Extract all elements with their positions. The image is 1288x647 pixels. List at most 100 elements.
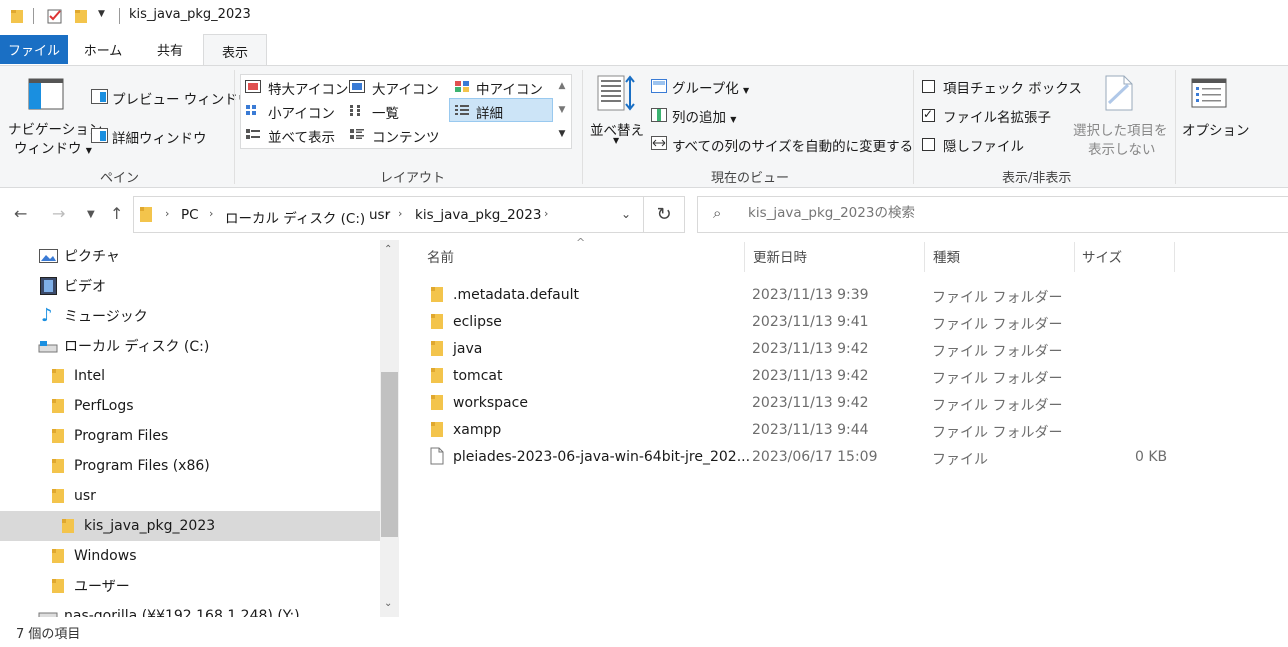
separator[interactable] xyxy=(924,242,925,272)
tree-item-windows[interactable]: Windows xyxy=(0,541,380,571)
tree-item-videos[interactable]: ビデオ xyxy=(0,271,380,301)
gallery-scroll-up-icon[interactable]: ▲ xyxy=(553,74,571,98)
chevron-right-icon[interactable]: › xyxy=(544,207,548,220)
scrollbar-thumb[interactable] xyxy=(381,372,398,537)
hide-selected-items-icon[interactable] xyxy=(1104,75,1134,111)
new-folder-icon[interactable] xyxy=(74,8,88,24)
tree-item-kis-java-pkg-2023[interactable]: kis_java_pkg_2023 xyxy=(0,511,380,541)
tree-item-intel[interactable]: Intel xyxy=(0,361,380,391)
navigation-pane-label-2[interactable]: ウィンドウ ▼ xyxy=(14,137,92,157)
column-header-modified[interactable]: 更新日時 xyxy=(753,240,807,272)
column-header-type[interactable]: 種類 xyxy=(933,240,960,272)
videos-icon xyxy=(40,277,57,295)
gallery-scroll-down-icon[interactable]: ▼ xyxy=(553,98,571,122)
tree-scrollbar[interactable]: ⌃ ⌄ xyxy=(380,240,399,617)
layout-large-icons[interactable]: 大アイコン xyxy=(372,78,439,98)
details-pane-icon[interactable] xyxy=(91,128,108,143)
file-size: 0 KB xyxy=(1135,449,1168,465)
file-row[interactable]: eclipse 2023/11/13 9:41 ファイル フォルダー xyxy=(417,309,1177,336)
separator[interactable] xyxy=(1074,242,1075,272)
refresh-icon[interactable]: ↻ xyxy=(644,196,685,233)
file-row[interactable]: pleiades-2023-06-java-win-64bit-jre_202.… xyxy=(417,444,1177,471)
customize-toolbar-dropdown-icon[interactable]: ▼ xyxy=(98,9,105,19)
gallery-expand-icon[interactable]: ▼ xyxy=(553,122,571,146)
tree-item-users[interactable]: ユーザー xyxy=(0,571,380,601)
preview-pane-button[interactable]: プレビュー ウィンドウ xyxy=(112,88,251,108)
tree-item-music[interactable]: ♪ ミュージック xyxy=(0,301,380,331)
tree-item-program-files[interactable]: Program Files xyxy=(0,421,380,451)
breadcrumb-local-disk[interactable]: ローカル ディスク (C:) xyxy=(225,207,365,227)
tree-item-local-disk[interactable]: ローカル ディスク (C:) xyxy=(0,331,380,361)
pane-group-label: ペイン xyxy=(100,171,140,186)
options-icon[interactable] xyxy=(1191,78,1227,108)
item-checkboxes-checkbox[interactable] xyxy=(922,80,935,93)
up-arrow-icon[interactable]: ↑ xyxy=(110,204,123,223)
folder-icon xyxy=(431,287,443,302)
properties-icon[interactable] xyxy=(47,8,63,24)
search-input[interactable] xyxy=(748,205,1248,221)
hide-selected-items-label-2[interactable]: 表示しない xyxy=(1088,138,1156,158)
details-pane-button[interactable]: 詳細ウィンドウ xyxy=(112,127,207,147)
layout-details[interactable]: 詳細 xyxy=(476,102,503,122)
separator[interactable] xyxy=(1174,242,1175,272)
folder-icon xyxy=(11,10,23,23)
recent-locations-chevron-icon[interactable]: ▼ xyxy=(87,209,95,220)
tree-item-program-files-x86[interactable]: Program Files (x86) xyxy=(0,451,380,481)
search-box[interactable]: ⌕ xyxy=(697,196,1288,233)
chevron-right-icon[interactable]: › xyxy=(165,207,169,220)
navigation-pane-label[interactable]: ナビゲーション xyxy=(8,118,102,138)
tree-item-pictures[interactable]: ピクチャ xyxy=(0,241,380,271)
scroll-up-icon[interactable]: ⌃ xyxy=(384,244,392,255)
forward-arrow-icon[interactable]: → xyxy=(52,204,65,223)
address-history-chevron-icon[interactable]: ⌄ xyxy=(621,207,631,221)
tree-item-usr[interactable]: usr xyxy=(0,481,380,511)
tree-item-network-drive[interactable]: nas-gorilla (¥¥192.168.1.248) (Y:) xyxy=(0,601,380,617)
breadcrumb-usr[interactable]: usr xyxy=(369,207,390,223)
layout-medium-icons[interactable]: 中アイコン xyxy=(476,78,543,98)
tree-item-perflogs[interactable]: PerfLogs xyxy=(0,391,380,421)
navigation-pane-icon[interactable] xyxy=(28,78,64,110)
layout-tiles[interactable]: 並べて表示 xyxy=(268,126,335,146)
file-row[interactable]: workspace 2023/11/13 9:42 ファイル フォルダー xyxy=(417,390,1177,417)
item-checkboxes-label[interactable]: 項目チェック ボックス xyxy=(943,77,1082,97)
breadcrumb-current[interactable]: kis_java_pkg_2023 xyxy=(415,207,541,223)
folder-icon xyxy=(431,395,443,410)
chevron-right-icon[interactable]: › xyxy=(209,207,213,220)
layout-group-label: レイアウト xyxy=(380,171,446,186)
layout-content[interactable]: コンテンツ xyxy=(372,126,440,146)
sort-by-icon[interactable] xyxy=(597,75,637,111)
size-all-columns-button[interactable]: すべての列のサイズを自動的に変更する xyxy=(672,135,913,155)
column-header-size[interactable]: サイズ xyxy=(1082,240,1122,272)
tab-share[interactable]: 共有 xyxy=(140,34,200,64)
file-extensions-label[interactable]: ファイル名拡張子 xyxy=(943,106,1051,126)
layout-small-icons[interactable]: 小アイコン xyxy=(268,102,335,122)
breadcrumb-pc[interactable]: PC xyxy=(181,207,199,223)
chevron-right-icon[interactable]: › xyxy=(398,207,402,220)
separator[interactable] xyxy=(744,242,745,272)
file-row[interactable]: .metadata.default 2023/11/13 9:39 ファイル フ… xyxy=(417,282,1177,309)
file-row[interactable]: tomcat 2023/11/13 9:42 ファイル フォルダー xyxy=(417,363,1177,390)
tab-view[interactable]: 表示 xyxy=(203,34,267,67)
scroll-down-icon[interactable]: ⌄ xyxy=(384,598,392,609)
tab-file[interactable]: ファイル xyxy=(0,35,68,64)
tab-home[interactable]: ホーム xyxy=(72,34,134,64)
add-columns-button[interactable]: 列の追加 ▼ xyxy=(672,106,736,126)
file-extensions-checkbox[interactable] xyxy=(922,107,935,122)
file-row[interactable]: java 2023/11/13 9:42 ファイル フォルダー xyxy=(417,336,1177,363)
hidden-items-label[interactable]: 隠しファイル xyxy=(943,135,1024,155)
group-by-button[interactable]: グループ化 ▼ xyxy=(672,77,749,97)
options-button[interactable]: オプション xyxy=(1182,119,1250,139)
file-type: ファイル フォルダー xyxy=(932,398,1063,414)
column-header-name[interactable]: 名前 xyxy=(427,240,454,272)
file-row[interactable]: xampp 2023/11/13 9:44 ファイル フォルダー xyxy=(417,417,1177,444)
hide-selected-items-label[interactable]: 選択した項目を xyxy=(1073,119,1168,139)
folder-icon xyxy=(52,429,64,443)
hidden-items-checkbox[interactable] xyxy=(922,138,935,151)
back-arrow-icon[interactable]: ← xyxy=(14,204,27,223)
layout-list[interactable]: 一覧 xyxy=(372,102,399,122)
file-name: .metadata.default xyxy=(453,287,580,303)
folder-icon xyxy=(62,519,74,533)
layout-extra-large-icons[interactable]: 特大アイコン xyxy=(268,78,348,98)
preview-pane-icon[interactable] xyxy=(91,89,108,104)
address-bar[interactable]: › PC › ローカル ディスク (C:) › usr › kis_java_p… xyxy=(133,196,644,233)
